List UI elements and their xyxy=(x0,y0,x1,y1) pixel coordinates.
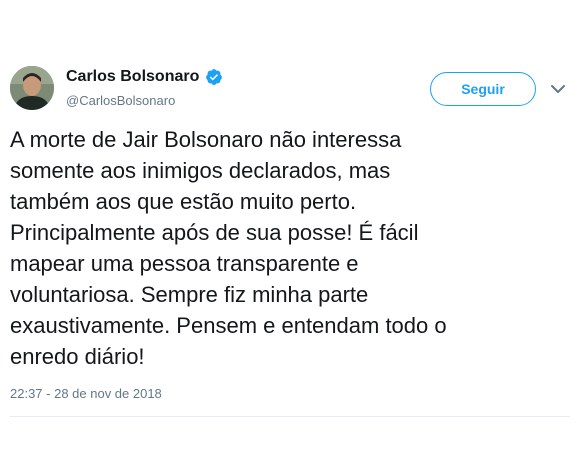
divider xyxy=(10,416,570,417)
tweet-text-line: enredo diário! xyxy=(10,344,145,369)
tweet-text-line: Principalmente após de sua posse! É fáci… xyxy=(10,220,419,245)
avatar[interactable] xyxy=(10,66,54,110)
tweet-text-line: exaustivamente. Pensem e entendam todo o xyxy=(10,313,447,338)
tweet-timestamp[interactable]: 22:37 - 28 de nov de 2018 xyxy=(10,386,162,401)
tweet-card: Carlos Bolsonaro @CarlosBolsonaro Seguir… xyxy=(0,0,580,460)
author-handle[interactable]: @CarlosBolsonaro xyxy=(66,93,175,108)
verified-badge-icon xyxy=(205,68,223,86)
tweet-text-line: voluntariosa. Sempre fiz minha parte xyxy=(10,282,369,307)
tweet-text-line: também aos que estão muito perto. xyxy=(10,189,357,214)
avatar-photo xyxy=(10,66,54,110)
follow-button[interactable]: Seguir xyxy=(430,72,536,106)
author-display-name[interactable]: Carlos Bolsonaro xyxy=(66,68,199,86)
tweet-text-line: somente aos inimigos declarados, mas xyxy=(10,158,391,183)
tweet-text: A morte de Jair Bolsonaro não interessa … xyxy=(10,124,570,372)
tweet-text-line: mapear uma pessoa transparente e xyxy=(10,251,359,276)
author-name-row: Carlos Bolsonaro xyxy=(66,68,223,86)
chevron-down-icon[interactable] xyxy=(550,82,566,96)
tweet-text-line: A morte de Jair Bolsonaro não interessa xyxy=(10,127,402,152)
